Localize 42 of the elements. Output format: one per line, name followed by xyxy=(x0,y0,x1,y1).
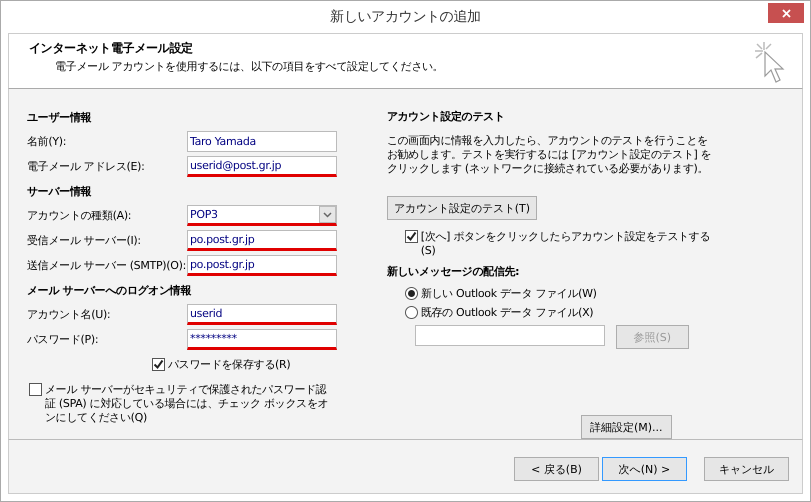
header-title: インターネット電子メール設定 xyxy=(29,40,194,57)
section-heading: ユーザー情報 xyxy=(27,110,92,126)
input-field[interactable]: userid@post.gr.jp xyxy=(187,156,337,177)
test-account-button[interactable]: アカウント設定のテスト(T) xyxy=(386,196,538,220)
input-field[interactable]: po.post.gr.jp xyxy=(187,230,337,251)
dialog-button[interactable]: < 戻る(B) xyxy=(514,457,599,481)
section-heading: アカウント設定のテスト xyxy=(386,109,506,125)
close-icon xyxy=(782,8,790,18)
input-field[interactable]: po.post.gr.jp xyxy=(187,255,337,276)
checkbox[interactable] xyxy=(404,230,418,243)
input-field[interactable]: ********* xyxy=(187,329,337,350)
file-path-field[interactable] xyxy=(414,325,605,346)
chevron-down-icon xyxy=(319,206,336,223)
field-label: 名前(Y): xyxy=(27,134,68,149)
field-label: 送信メール サーバー (SMTP)(O): xyxy=(27,258,187,273)
dialog-button[interactable]: 次へ(N) > xyxy=(602,457,687,481)
checkbox[interactable] xyxy=(29,383,42,396)
field-label: アカウント名(U): xyxy=(27,307,112,322)
radio-label: 新しい Outlook データ ファイル(W) xyxy=(420,287,597,301)
dialog-button[interactable]: キャンセル xyxy=(704,457,789,481)
input-field[interactable]: Taro Yamada xyxy=(187,131,337,152)
radio-button[interactable] xyxy=(404,287,418,300)
description-text: この画面内に情報を入力したら、アカウントのテストを行うことをお勧めします。テストを実行するには [アカウント設定のテスト] をクリックします (ネットワークに接続されている必要があります)。 xyxy=(386,134,712,176)
header-subtitle: 電子メール アカウントを使用するには、以下の項目をすべて設定してください。 xyxy=(54,59,444,74)
checkbox[interactable] xyxy=(152,358,165,370)
checkbox-label: メール サーバーがセキュリティで保護されたパスワード認証 (SPA) に対応している場合には、チェック ボックスをオンにしてください(Q) xyxy=(45,383,330,425)
radio-button[interactable] xyxy=(404,306,418,319)
more-settings-button[interactable]: 詳細設定(M)... xyxy=(580,415,672,439)
checkbox-label: [次へ] ボタンをクリックしたらアカウント設定をテストする(S) xyxy=(420,230,711,258)
window-title: 新しいアカウントの追加 xyxy=(330,8,481,26)
field-label: 受信メール サーバー(I): xyxy=(27,233,142,248)
input-field[interactable]: userid xyxy=(187,304,337,325)
section-heading: 新しいメッセージの配信先: xyxy=(386,264,520,280)
checkbox-label: パスワードを保存する(R) xyxy=(168,358,290,372)
close-button[interactable] xyxy=(768,3,804,23)
field-label: パスワード(P): xyxy=(27,332,100,347)
section-heading: サーバー情報 xyxy=(27,184,92,200)
radio-label: 既存の Outlook データ ファイル(X) xyxy=(420,306,594,320)
section-heading: メール サーバーへのログオン情報 xyxy=(27,282,192,298)
field-label: 電子メール アドレス(E): xyxy=(27,159,146,174)
dropdown-field[interactable]: POP3 xyxy=(187,205,337,226)
field-label: アカウントの種類(A): xyxy=(27,208,132,223)
